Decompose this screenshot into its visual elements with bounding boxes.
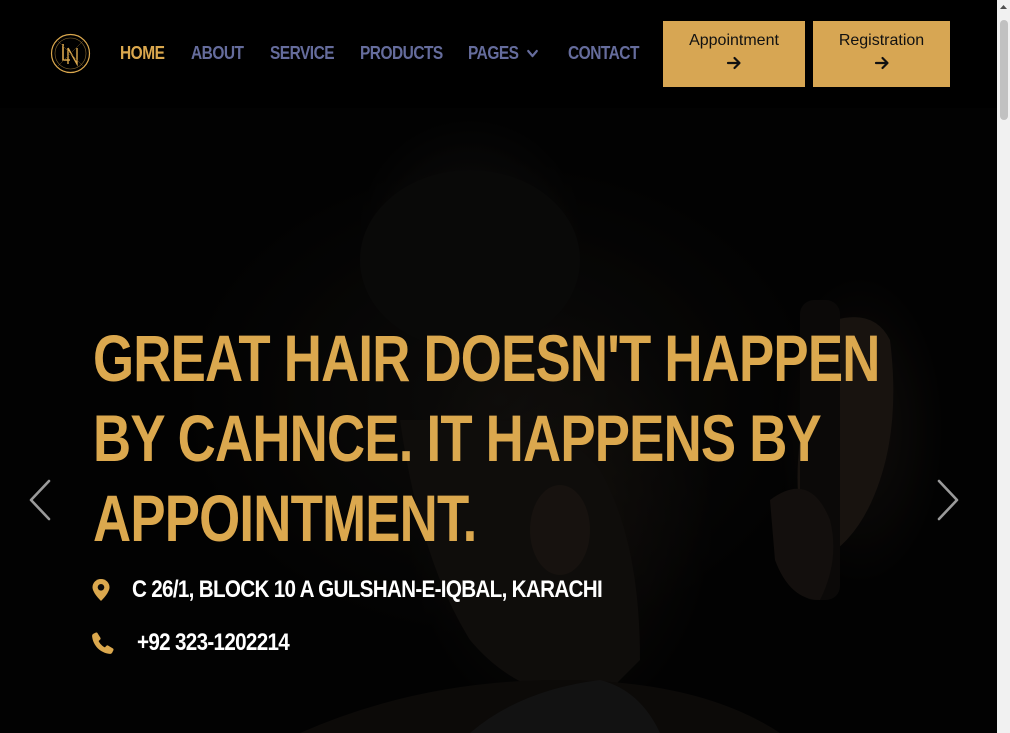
main-nav: HOME ABOUT SERVICE PRODUCTS PAGES CONTAC…	[120, 40, 650, 66]
scrollbar-thumb[interactable]	[1000, 20, 1008, 120]
nav-about-label: ABOUT	[191, 42, 244, 63]
address-text: C 26/1, BLOCK 10 A GULSHAN-E-IQBAL, KARA…	[132, 576, 603, 603]
nav-service-label: SERVICE	[270, 42, 335, 63]
nav-home-label: HOME	[120, 42, 165, 63]
ln-monogram-logo[interactable]	[50, 33, 91, 74]
headline-line-1: GREAT HAIR DOESN'T HAPPEN	[93, 321, 880, 395]
scroll-up-arrow-icon[interactable]	[997, 0, 1010, 14]
page: HOME ABOUT SERVICE PRODUCTS PAGES CONTAC…	[0, 0, 1010, 733]
nav-home[interactable]: HOME	[120, 43, 181, 64]
nav-contact[interactable]: CONTACT	[568, 43, 639, 64]
chevron-left-icon[interactable]	[27, 479, 53, 521]
page-scrollbar[interactable]	[997, 0, 1010, 733]
nav-about[interactable]: ABOUT	[191, 43, 259, 64]
hero-headline: GREAT HAIR DOESN'T HAPPEN BY CAHNCE. IT …	[93, 318, 880, 558]
phone-row: +92 323-1202214	[91, 629, 314, 657]
phone-text[interactable]: +92 323-1202214	[137, 629, 290, 657]
chevron-down-icon	[526, 49, 538, 58]
nav-service[interactable]: SERVICE	[270, 43, 347, 64]
registration-button[interactable]: Registration	[813, 21, 950, 87]
appointment-button[interactable]: Appointment	[663, 21, 805, 87]
arrow-right-icon	[874, 56, 889, 70]
address-row: C 26/1, BLOCK 10 A GULSHAN-E-IQBAL, KARA…	[91, 576, 679, 604]
map-pin-icon	[92, 579, 110, 601]
arrow-right-icon	[726, 56, 741, 70]
registration-button-label: Registration	[838, 32, 925, 49]
nav-pages[interactable]: PAGES	[468, 43, 554, 64]
chevron-right-icon[interactable]	[935, 479, 961, 521]
nav-products-label: PRODUCTS	[360, 42, 443, 63]
headline-line-3: APPOINTMENT.	[93, 481, 477, 555]
appointment-button-label: Appointment	[689, 32, 779, 49]
site-header: HOME ABOUT SERVICE PRODUCTS PAGES CONTAC…	[0, 0, 997, 108]
phone-icon	[92, 632, 114, 654]
headline-line-2: BY CAHNCE. IT HAPPENS BY	[93, 401, 822, 475]
nav-contact-label: CONTACT	[568, 42, 639, 63]
nav-pages-label: PAGES	[468, 42, 519, 63]
nav-products[interactable]: PRODUCTS	[360, 43, 453, 64]
